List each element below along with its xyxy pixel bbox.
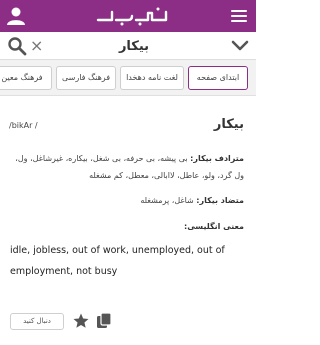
tab-dehkhoda[interactable]: لغت نامه دهخدا [120, 66, 184, 90]
entry-word: بیکار [213, 117, 244, 132]
search-input[interactable] [48, 35, 220, 57]
search-icon[interactable] [6, 35, 28, 57]
synonyms-label: مترادف بیکار: [190, 154, 244, 163]
synonyms: مترادف بیکار: بی پیشه، بی حرفه، بی شغل، … [10, 150, 244, 184]
tab-farhang-farsi[interactable]: فرهنگ فارسی [56, 66, 116, 90]
antonyms: متضاد بیکار: شاغل، پرمشغله [10, 196, 244, 205]
dictionary-tabs: ابتدای صفحه لغت نامه دهخدا فرهنگ فارسی ف… [0, 60, 256, 96]
clear-search-button[interactable]: × [30, 37, 43, 55]
tab-farhang-moein[interactable]: فرهنگ معین [0, 66, 52, 90]
antonyms-label: متضاد بیکار: [196, 196, 244, 205]
abadis-logo[interactable] [92, 4, 172, 28]
english-meaning-text: idle, jobless, out of work, unemployed, … [10, 245, 225, 277]
chevron-down-icon[interactable] [230, 36, 250, 56]
hamburger-menu-icon[interactable] [228, 5, 250, 27]
tab-page-top[interactable]: ابتدای صفحه [188, 66, 248, 90]
follow-button[interactable]: دنبال کنید [10, 313, 64, 330]
english-meaning-label: معنی انگلیسی: [184, 222, 244, 231]
top-bar [0, 0, 256, 32]
search-bar: × [0, 32, 256, 60]
user-icon[interactable] [5, 5, 27, 27]
copy-icon[interactable] [95, 312, 113, 330]
antonyms-text: شاغل، پرمشغله [140, 196, 194, 205]
star-icon[interactable] [72, 312, 90, 330]
pronunciation: /bikAr / [9, 121, 38, 130]
